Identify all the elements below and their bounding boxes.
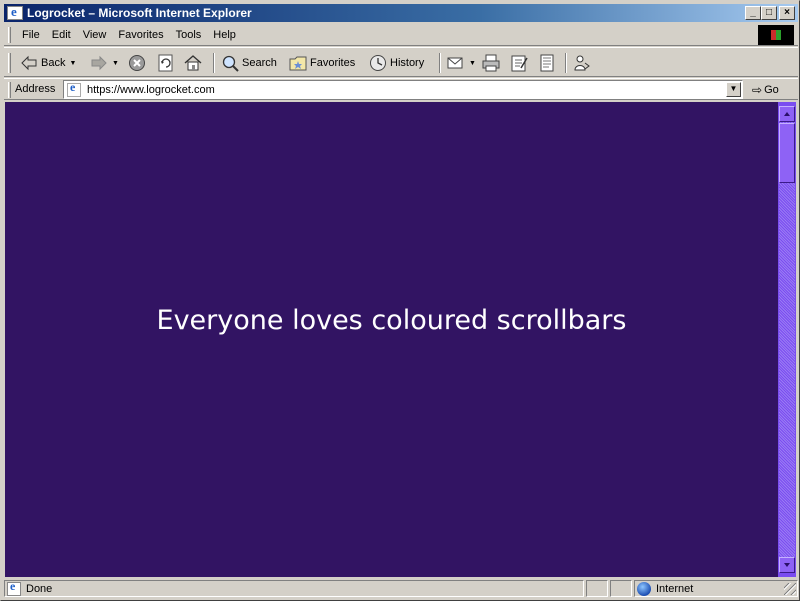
discuss-button[interactable] [538, 52, 556, 74]
search-label: Search [242, 57, 277, 69]
favorites-icon [289, 54, 307, 72]
zone-text: Internet [656, 582, 694, 595]
back-arrow-icon [20, 54, 38, 72]
history-icon [369, 54, 387, 72]
menu-help[interactable]: Help [207, 28, 242, 43]
status-panel-zone: Internet [634, 580, 798, 597]
address-label: Address [15, 83, 56, 95]
discuss-icon [538, 54, 556, 72]
messenger-button[interactable] [573, 52, 591, 74]
status-panel-blank [586, 580, 608, 597]
home-icon [184, 54, 202, 72]
maximize-button[interactable]: □ [761, 6, 777, 20]
stop-button[interactable] [128, 52, 146, 74]
address-url[interactable]: https://www.logrocket.com [87, 84, 215, 96]
history-label: History [390, 57, 425, 69]
address-dropdown-button[interactable]: ▼ [726, 82, 741, 97]
go-button[interactable]: ⇨ Go [752, 82, 779, 98]
forward-dropdown-icon[interactable]: ▼ [112, 60, 119, 67]
refresh-button[interactable] [157, 52, 175, 74]
menu-bar: File Edit View Favorites Tools Help [4, 24, 798, 46]
status-panel-blank [610, 580, 632, 597]
toolbar-separator [565, 53, 567, 73]
mail-icon [447, 54, 465, 72]
menu-grip[interactable] [8, 27, 11, 43]
history-button[interactable]: History [369, 52, 424, 74]
edit-button[interactable] [510, 52, 528, 74]
vertical-scrollbar[interactable] [778, 102, 796, 577]
back-label: Back [41, 57, 66, 69]
search-icon [221, 54, 239, 72]
messenger-icon [573, 54, 591, 72]
refresh-icon [157, 54, 175, 72]
print-icon [482, 54, 500, 72]
page-content: Everyone loves coloured scrollbars [5, 102, 778, 577]
menu-edit[interactable]: Edit [46, 28, 77, 43]
status-bar: Done Internet [4, 579, 798, 598]
status-text: Done [26, 582, 53, 595]
status-panel-main: Done [4, 579, 584, 597]
toolbar-separator [439, 53, 441, 73]
scrollbar-thumb[interactable] [779, 123, 795, 183]
menu-tools[interactable]: Tools [170, 28, 208, 43]
browser-window: Logrocket – Microsoft Internet Explorer … [0, 0, 800, 601]
standard-toolbar: Back ▼ ▼ Search Favorites History ▼ [4, 47, 798, 77]
back-button[interactable]: Back ▼ [20, 52, 76, 74]
page-icon [67, 80, 81, 97]
menu-favorites[interactable]: Favorites [112, 28, 169, 43]
minimize-button[interactable]: _ [745, 6, 761, 20]
scroll-down-button[interactable] [779, 557, 795, 573]
address-grip[interactable] [8, 82, 11, 98]
print-button[interactable] [482, 52, 500, 74]
stop-icon [128, 54, 146, 72]
mail-dropdown-icon[interactable]: ▼ [469, 60, 476, 67]
window-title: Logrocket – Microsoft Internet Explorer [27, 6, 252, 20]
title-bar[interactable]: Logrocket – Microsoft Internet Explorer … [4, 4, 798, 22]
page-message: Everyone loves coloured scrollbars [156, 305, 627, 336]
go-label: Go [764, 84, 779, 96]
page-status-icon [7, 579, 21, 596]
toolbar-grip[interactable] [8, 53, 11, 73]
favorites-button[interactable]: Favorites [289, 52, 355, 74]
search-button[interactable]: Search [221, 52, 277, 74]
address-bar: Address https://www.logrocket.com ▼ ⇨ Go [4, 78, 798, 100]
menu-view[interactable]: View [77, 28, 113, 43]
globe-icon [637, 581, 651, 596]
go-arrow-icon: ⇨ [752, 83, 763, 97]
edit-icon [510, 54, 528, 72]
scroll-up-button[interactable] [779, 106, 795, 122]
ie-logo-icon [7, 4, 23, 20]
address-input[interactable]: https://www.logrocket.com ▼ [63, 80, 743, 99]
forward-button[interactable]: ▼ [90, 52, 119, 74]
forward-arrow-icon [90, 54, 108, 72]
mail-button[interactable]: ▼ [447, 52, 476, 74]
home-button[interactable] [184, 52, 202, 74]
close-button[interactable]: × [779, 6, 795, 20]
scrollbar-track[interactable] [779, 122, 795, 557]
favorites-label: Favorites [310, 57, 356, 69]
window-controls: _ □ × [745, 6, 795, 20]
back-dropdown-icon[interactable]: ▼ [69, 60, 76, 67]
resize-grip-icon[interactable] [784, 583, 796, 595]
menu-file[interactable]: File [16, 28, 46, 43]
windows-logo-icon [758, 25, 794, 45]
toolbar-separator [213, 53, 215, 73]
